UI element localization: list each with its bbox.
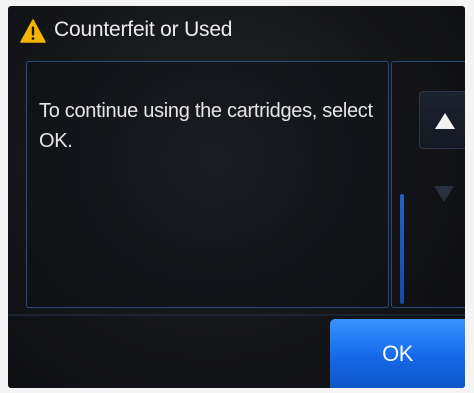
scroll-down-button[interactable]	[419, 167, 465, 225]
scroll-up-button[interactable]	[419, 91, 465, 149]
warning-triangle-icon	[20, 19, 46, 43]
divider	[8, 314, 465, 316]
ok-button[interactable]: OK	[330, 319, 465, 388]
printer-display: Counterfeit or Used To continue using th…	[8, 6, 465, 388]
message-box: To continue using the cartridges, select…	[26, 61, 389, 308]
message-text: To continue using the cartridges, select…	[39, 100, 373, 152]
title-bar: Counterfeit or Used	[8, 6, 465, 56]
dialog-title: Counterfeit or Used	[54, 18, 233, 41]
scroll-panel	[391, 61, 465, 308]
